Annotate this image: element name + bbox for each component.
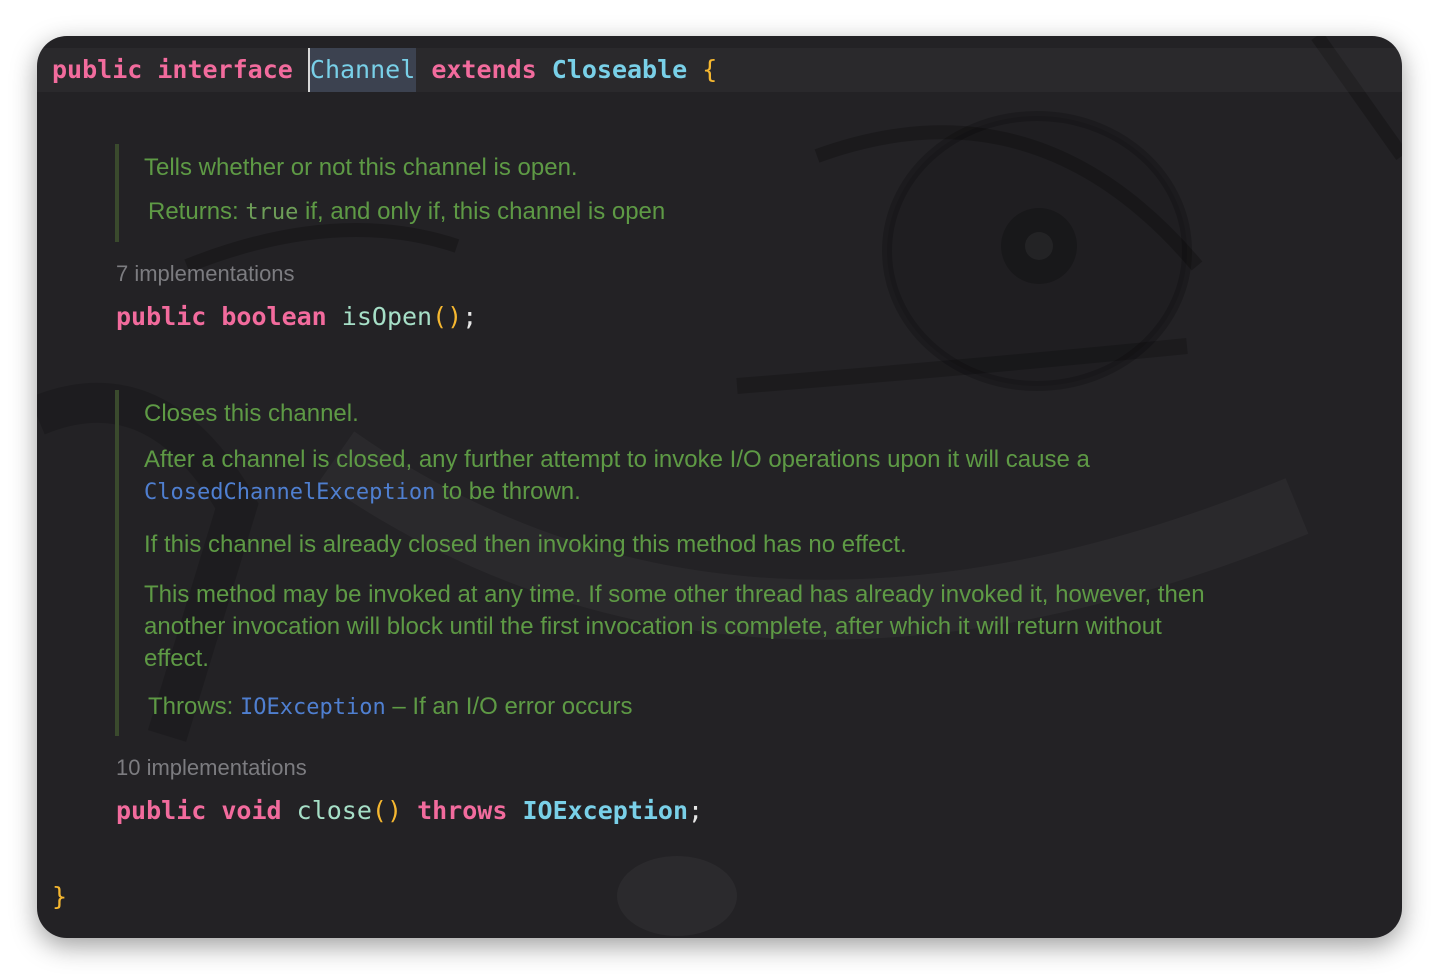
keyword-public: public [116,796,207,825]
para3-line3: effect. [144,645,209,672]
method-isopen[interactable]: public boolean isOpen(); [116,301,477,333]
semicolon: ; [462,302,478,331]
keyword-boolean: boolean [221,302,327,331]
parent-type[interactable]: Closeable [552,55,687,84]
doc-returns: Returns: true if, and only if, this chan… [144,196,665,229]
open-brace: { [702,55,718,84]
keyword-extends: extends [431,55,537,84]
method-close[interactable]: public void close() throws IOException; [116,795,703,827]
doc-throws: Throws: IOException – If an I/O error oc… [144,691,1205,724]
method-name-close[interactable]: close [297,796,372,825]
keyword-public: public [52,55,143,84]
semicolon: ; [688,796,704,825]
closed-channel-exception-link[interactable]: ClosedChannelException [144,480,435,505]
doc-summary: Tells whether or not this channel is ope… [144,154,578,181]
doc-close-summary: Closes this channel. [144,400,359,427]
parens: () [432,302,463,331]
implementations-hint-close[interactable]: 10 implementations [116,754,307,782]
para3-line2: another invocation will block until the … [144,613,1162,640]
para1-tail: to be thrown. [435,478,581,505]
interface-declaration[interactable]: public interface Channel extends Closeab… [52,48,718,92]
doc-close-para1: After a channel is closed, any further a… [144,444,1205,509]
doc-close-para3: This method may be invoked at any time. … [144,579,1205,675]
doc-comment-isopen: Tells whether or not this channel is ope… [115,144,665,242]
keyword-interface: interface [157,55,293,84]
para3-line1: This method may be invoked at any time. … [144,581,1205,608]
returns-code: true [245,200,299,225]
throws-label: Throws: [148,693,234,720]
keyword-void: void [221,796,282,825]
close-brace-line: } [52,881,67,913]
interface-name[interactable]: Channel [307,48,417,92]
keyword-public: public [116,302,207,331]
keyword-throws: throws [417,796,508,825]
implementations-hint-isopen[interactable]: 7 implementations [116,260,295,288]
close-brace: } [52,882,68,911]
doc-comment-close: Closes this channel. After a channel is … [115,390,1205,736]
doc-close-para2: If this channel is already closed then i… [144,531,907,558]
method-name-isopen[interactable]: isOpen [342,302,432,331]
exception-type[interactable]: IOException [522,796,688,825]
ioexception-link[interactable]: IOException [240,695,386,720]
code-editor-window: public interface Channel extends Closeab… [37,36,1402,938]
returns-label: Returns: [148,198,239,225]
para1-text: After a channel is closed, any further a… [144,446,1090,473]
throws-text: – If an I/O error occurs [385,693,633,720]
returns-text: if, and only if, this channel is open [298,198,666,225]
parens: () [371,796,403,825]
